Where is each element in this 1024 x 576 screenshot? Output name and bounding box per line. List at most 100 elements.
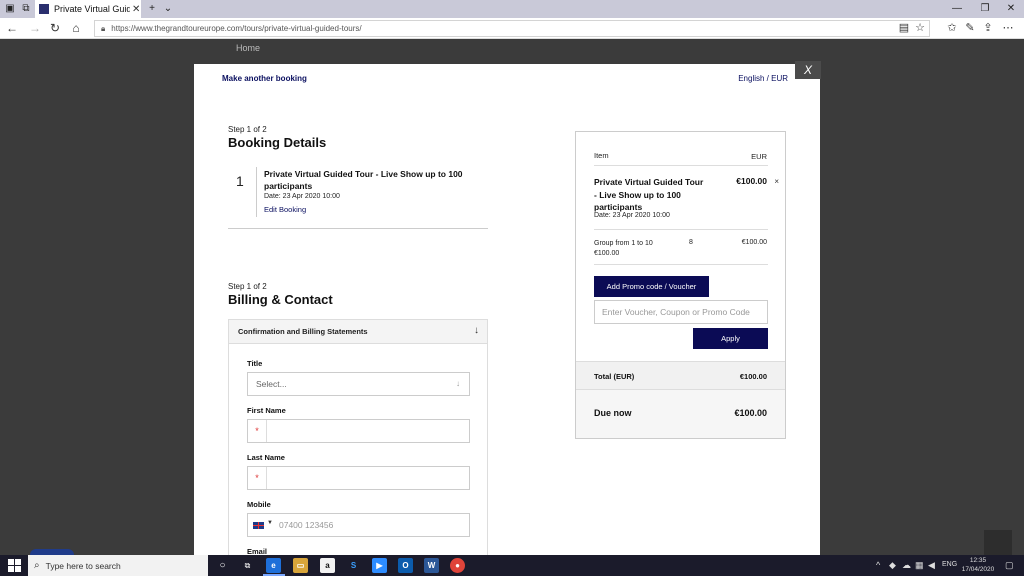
- input-language[interactable]: ENG: [942, 561, 957, 568]
- search-icon: ⌕: [34, 560, 40, 571]
- url-text: https://www.thegrandtoureurope.com/tours…: [111, 24, 362, 33]
- billing-accordion-header[interactable]: Confirmation and Billing Statements ↓: [228, 319, 488, 344]
- word-icon[interactable]: W: [424, 558, 439, 573]
- uk-flag-icon[interactable]: [253, 522, 264, 529]
- language-currency-selector[interactable]: English / EUR: [738, 74, 788, 83]
- divider: [256, 167, 257, 217]
- add-promo-code-button[interactable]: Add Promo code / Voucher: [594, 276, 709, 297]
- refresh-icon[interactable]: ↻: [47, 20, 63, 36]
- dropbox-icon[interactable]: ◆: [889, 560, 896, 571]
- mobile-label: Mobile: [247, 500, 271, 509]
- edit-booking-link[interactable]: Edit Booking: [264, 205, 306, 214]
- arrow-down-icon: ↓: [474, 325, 479, 336]
- booking-item-title: Private Virtual Guided Tour - Live Show …: [264, 169, 463, 191]
- mobile-placeholder: 07400 123456: [279, 520, 334, 530]
- clock-date: 17/04/2020: [961, 566, 995, 573]
- zoom-icon[interactable]: ▶: [372, 558, 387, 573]
- total-value: €100.00: [739, 372, 767, 381]
- title-select[interactable]: Select... ↓: [247, 372, 470, 396]
- taskbar-search-placeholder: Type here to search: [45, 560, 121, 571]
- tray-chevron-icon[interactable]: ^: [876, 560, 880, 570]
- mobile-field[interactable]: ▼ 07400 123456: [247, 513, 470, 537]
- share-icon[interactable]: ⇪: [981, 21, 995, 35]
- taskbar-clock[interactable]: 12:35 17/04/2020: [960, 556, 996, 574]
- tab-title: Private Virtual Guided T: [54, 4, 130, 14]
- required-marker: *: [248, 420, 267, 442]
- set-tabs-aside-icon[interactable]: ⧉: [19, 2, 33, 16]
- total-row: Total (EUR) €100.00: [576, 361, 785, 390]
- url-field[interactable]: 🔒︎ https://www.thegrandtoureurope.com/to…: [94, 20, 930, 37]
- last-name-label: Last Name: [247, 453, 285, 462]
- favorites-list-icon[interactable]: ✩: [945, 21, 959, 35]
- home-link[interactable]: Home: [236, 43, 260, 53]
- caret-down-icon[interactable]: ▼: [267, 520, 273, 526]
- file-explorer-icon[interactable]: ▭: [293, 558, 308, 573]
- voucher-input[interactable]: Enter Voucher, Coupon or Promo Code: [594, 300, 768, 324]
- booking-item-date: Date: 23 Apr 2020 10:00: [264, 193, 340, 200]
- divider: [228, 228, 488, 229]
- window-close-icon[interactable]: ✕: [998, 0, 1024, 18]
- voucher-placeholder: Enter Voucher, Coupon or Promo Code: [602, 307, 750, 317]
- billing-contact-heading: Billing & Contact: [228, 292, 333, 307]
- booking-step-label: Step 1 of 2: [228, 125, 267, 134]
- windows-start-icon[interactable]: [8, 559, 21, 572]
- volume-icon[interactable]: ◀: [928, 560, 935, 571]
- pen-icon[interactable]: ✎: [963, 21, 977, 35]
- summary-product-price: €100.00: [736, 176, 767, 186]
- outlook-icon[interactable]: O: [398, 558, 413, 573]
- restore-icon[interactable]: ❐: [972, 0, 998, 18]
- browser-tab-active[interactable]: Private Virtual Guided T ✕: [35, 0, 141, 18]
- group-line-label: Group from 1 to 10 €100.00: [594, 239, 653, 259]
- group-unit-price: €100.00: [594, 250, 620, 257]
- group-line-name: Group from 1 to 10: [594, 240, 653, 247]
- reading-view-icon[interactable]: ▤: [897, 21, 911, 35]
- summary-product-date: Date: 23 Apr 2020 10:00: [594, 212, 670, 219]
- favorite-star-icon[interactable]: ☆: [913, 21, 927, 35]
- divider: [594, 165, 768, 166]
- s-app-icon[interactable]: S: [346, 558, 361, 573]
- tab-close-icon[interactable]: ✕: [132, 4, 140, 15]
- cortana-icon[interactable]: ○: [215, 558, 230, 573]
- edge-icon[interactable]: e: [266, 558, 281, 573]
- home-icon[interactable]: ⌂: [68, 20, 84, 36]
- browser-tab-bar: ▣ ⧉ Private Virtual Guided T ✕ + ⌄ — ❐ ✕: [0, 0, 1024, 18]
- required-marker: *: [248, 467, 267, 489]
- due-now-value: €100.00: [734, 408, 767, 418]
- accordion-title: Confirmation and Billing Statements: [238, 327, 368, 336]
- forward-arrow-icon[interactable]: →: [27, 20, 43, 36]
- more-menu-icon[interactable]: ⋯: [1001, 21, 1015, 35]
- back-arrow-icon[interactable]: ←: [4, 20, 20, 36]
- modal-close-button[interactable]: X: [795, 61, 821, 79]
- tab-actions-icon[interactable]: ▣: [3, 2, 17, 16]
- summary-product-title: Private Virtual Guided Tour - Live Show …: [594, 177, 704, 212]
- total-label: Total (EUR): [594, 372, 635, 381]
- apply-button[interactable]: Apply: [693, 328, 768, 349]
- booking-details-heading: Booking Details: [228, 135, 327, 150]
- browser-address-bar: ← → ↻ ⌂ 🔒︎ https://www.thegrandtoureurop…: [0, 18, 1024, 39]
- make-another-booking-link[interactable]: Make another booking: [222, 74, 307, 83]
- onedrive-icon[interactable]: ☁: [902, 560, 911, 571]
- site-favicon-icon: [39, 4, 49, 14]
- new-tab-icon[interactable]: +: [145, 2, 159, 16]
- divider: [594, 229, 768, 230]
- lock-icon: 🔒︎: [101, 23, 106, 33]
- network-icon[interactable]: ▦: [915, 560, 924, 571]
- amazon-icon[interactable]: a: [320, 558, 335, 573]
- due-now-label: Due now: [594, 408, 632, 418]
- title-select-value: Select...: [256, 379, 287, 389]
- order-summary: Item EUR Private Virtual Guided Tour - L…: [575, 131, 786, 439]
- billing-step-label: Step 1 of 2: [228, 282, 267, 291]
- chrome-icon[interactable]: ●: [450, 558, 465, 573]
- first-name-field[interactable]: *: [247, 419, 470, 443]
- tab-list-chevron-icon[interactable]: ⌄: [161, 2, 175, 16]
- task-view-icon[interactable]: ⧉: [240, 558, 255, 573]
- scroll-to-top-button[interactable]: [984, 530, 1012, 555]
- notifications-icon[interactable]: ▢: [1005, 560, 1014, 571]
- booking-item-number: 1: [236, 173, 244, 189]
- remove-item-icon[interactable]: ×: [774, 177, 779, 186]
- title-label: Title: [247, 359, 263, 368]
- taskbar-search-box[interactable]: ⌕ Type here to search: [28, 555, 208, 576]
- windows-taskbar: ⌕ Type here to search ○ ⧉ e ▭ a S ▶ O W …: [0, 555, 1024, 576]
- last-name-field[interactable]: *: [247, 466, 470, 490]
- minimize-icon[interactable]: —: [944, 0, 970, 18]
